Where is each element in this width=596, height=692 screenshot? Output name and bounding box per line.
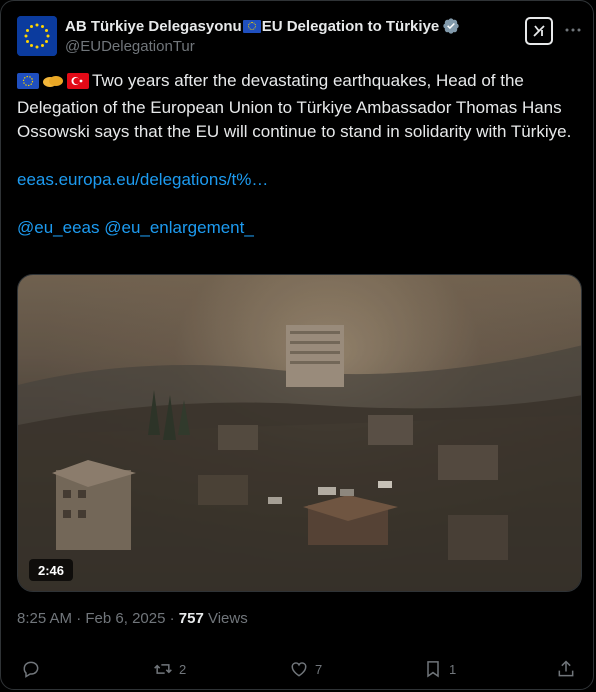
eu-flag-emoji (17, 72, 39, 96)
tweet-card: AB Türkiye Delegasyonu EU Delegation to … (0, 0, 594, 690)
account-name-part1: AB Türkiye Delegasyonu (65, 17, 242, 35)
meta-separator: · (72, 610, 86, 627)
tweet-text: Two years after the devastating earthqua… (17, 69, 582, 240)
account-name[interactable]: AB Türkiye Delegasyonu EU Delegation to … (65, 17, 460, 35)
bookmark-button[interactable]: 1 (423, 654, 456, 684)
bookmark-icon (423, 659, 443, 679)
action-bar: 2 7 1 (1, 654, 595, 684)
like-button[interactable]: 7 (289, 654, 322, 684)
share-button[interactable] (556, 654, 576, 684)
share-icon (556, 659, 576, 679)
tweet-time[interactable]: 8:25 AM (17, 610, 72, 627)
repost-button[interactable]: 2 (153, 654, 186, 684)
video-thumbnail (18, 275, 581, 591)
handshake-emoji (42, 72, 64, 96)
verified-badge-icon (442, 17, 460, 35)
repost-count: 2 (179, 661, 187, 677)
turkey-flag-emoji (67, 72, 89, 96)
eu-flag-avatar[interactable] (17, 16, 57, 56)
views-count: 757 (178, 610, 204, 627)
reply-icon (21, 659, 41, 679)
mention-eu-eeas[interactable]: @eu_eeas (17, 218, 100, 237)
reply-button[interactable] (21, 654, 41, 684)
video-player[interactable] (17, 274, 582, 592)
account-name-part2: EU Delegation to Türkiye (261, 17, 440, 35)
meta-separator: · (165, 610, 179, 627)
more-icon[interactable] (561, 18, 585, 42)
tweet-meta: 8:25 AM · Feb 6, 2025 · 757 Views (17, 610, 248, 627)
eu-flag-emoji (242, 19, 261, 33)
tweet-date[interactable]: Feb 6, 2025 (85, 610, 165, 627)
tweet-body: Two years after the devastating earthqua… (17, 69, 582, 144)
video-duration: 2:46 (29, 559, 73, 581)
grok-icon[interactable] (525, 17, 553, 45)
bookmark-count: 1 (449, 661, 457, 677)
mention-eu-enlargement[interactable]: @eu_enlargement_ (104, 218, 254, 237)
views-label: Views (203, 610, 248, 627)
tweet-text-body: Two years after the devastating earthqua… (17, 71, 572, 141)
like-count: 7 (315, 661, 323, 677)
tweet-link[interactable]: eeas.europa.eu/delegations/t%… (17, 170, 268, 189)
like-icon (289, 659, 309, 679)
repost-icon (153, 659, 173, 679)
account-handle[interactable]: @EUDelegationTur (65, 38, 195, 55)
